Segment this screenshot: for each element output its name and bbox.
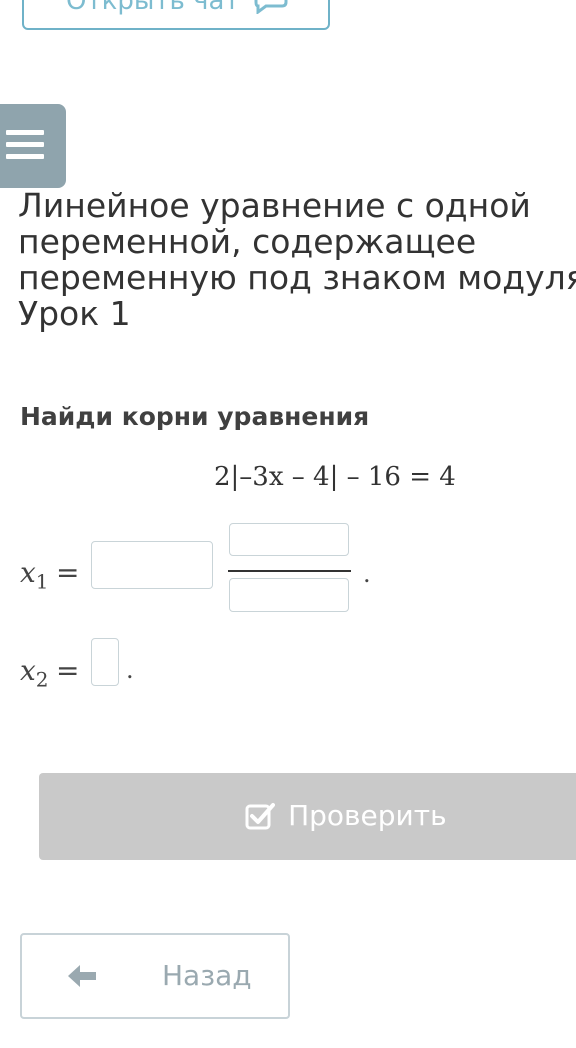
x1-whole-input[interactable] <box>91 541 213 589</box>
back-button[interactable]: Назад <box>20 933 290 1019</box>
x2-sub: 2 <box>35 667 49 692</box>
lesson-title-line: переменную под знаком модуля. <box>18 258 576 297</box>
lesson-title-line: Линейное уравнение с одной <box>18 186 531 225</box>
x2-label: x2 <box>20 654 49 692</box>
open-chat-label: Открыть чат <box>66 0 240 16</box>
x2-var: x <box>20 654 36 687</box>
open-chat-button[interactable]: Открыть чат <box>22 0 330 30</box>
x1-label: x1 <box>20 556 49 594</box>
checkbox-check-icon <box>245 802 275 829</box>
arrow-left-icon <box>66 963 98 993</box>
chat-icon <box>252 0 292 18</box>
equation: 2|–3x – 4| – 16 = 4 <box>214 462 456 492</box>
x2-period: . <box>126 656 134 684</box>
x1-denominator-input[interactable] <box>229 578 349 612</box>
x2-input[interactable] <box>91 638 119 686</box>
back-button-label: Назад <box>162 959 252 992</box>
menu-button[interactable] <box>0 104 66 188</box>
x1-period: . <box>363 560 371 588</box>
check-button[interactable]: Проверить <box>39 773 576 860</box>
x1-var: x <box>20 556 36 589</box>
lesson-title-line: переменной, содержащее <box>18 222 477 261</box>
lesson-title-line: Урок 1 <box>18 294 131 333</box>
fraction-bar <box>228 570 351 572</box>
task-heading: Найди корни уравнения <box>20 402 370 431</box>
x1-numerator-input[interactable] <box>229 523 349 556</box>
x1-equals: = <box>56 556 80 589</box>
check-button-label: Проверить <box>288 799 447 832</box>
lesson-title: Линейное уравнение с одной переменной, с… <box>18 188 576 332</box>
x1-sub: 1 <box>35 569 49 594</box>
x2-equals: = <box>56 654 80 687</box>
